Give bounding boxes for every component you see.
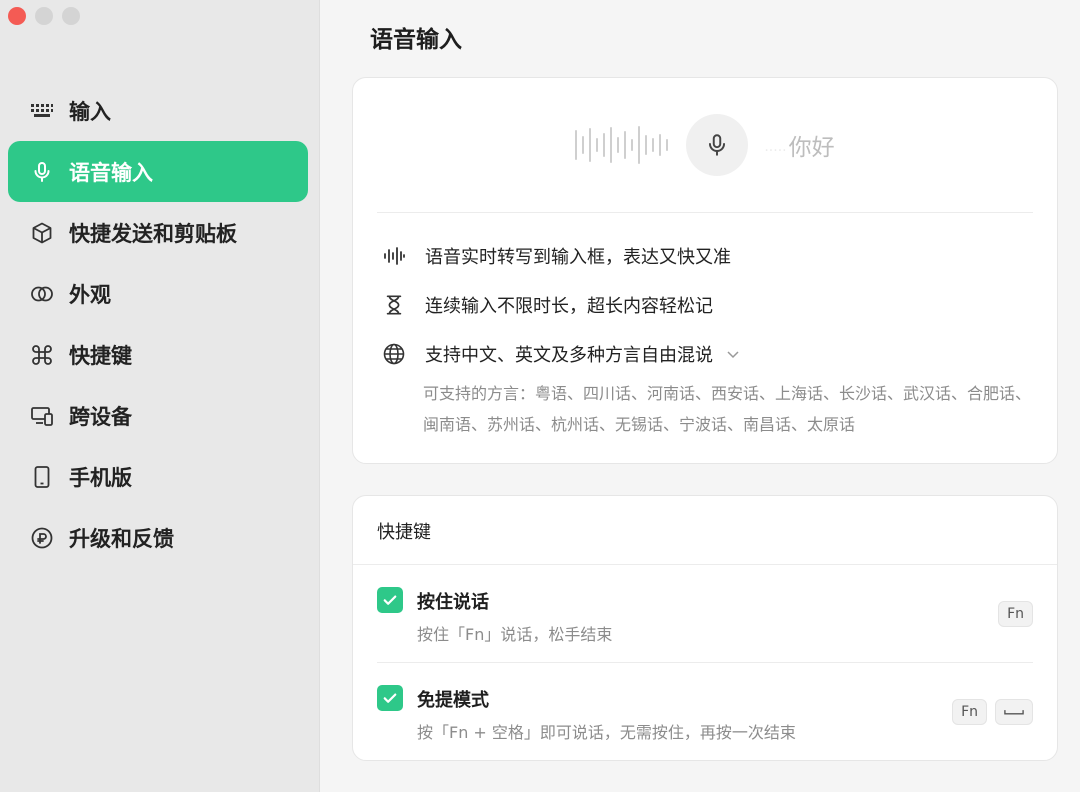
checkmark-icon (383, 595, 397, 605)
push-to-talk-checkbox[interactable] (377, 587, 403, 613)
divider (377, 212, 1033, 213)
shortcut-row-hands-free: 免提模式 按「Fn + 空格」即可说话，无需按住，再按一次结束 Fn (377, 682, 1033, 752)
shortcut-row-push-to-talk: 按住说话 按住「Fn」说话，松手结束 Fn (377, 584, 1033, 654)
hands-free-checkbox[interactable] (377, 685, 403, 711)
microphone-icon (709, 134, 726, 156)
close-window-button[interactable] (8, 7, 26, 25)
waveform-animation (575, 125, 669, 165)
sidebar: 输入 语音输入 快捷发送和剪贴板 外观 快捷键 跨设备 手机版 升级和反馈 (0, 0, 320, 792)
sidebar-item-label: 快捷键 (69, 343, 132, 368)
space-key-badge[interactable] (995, 699, 1033, 725)
feature-dialects[interactable]: 支持中文、英文及多种方言自由混说 (381, 341, 741, 367)
row-desc: 按「Fn + 空格」即可说话，无需按住，再按一次结束 (417, 723, 796, 742)
shortcuts-title: 快捷键 (377, 522, 431, 543)
sidebar-item-label: 快捷发送和剪贴板 (69, 221, 237, 246)
sidebar-item-label: 手机版 (69, 465, 132, 490)
sidebar-item-appearance[interactable]: 外观 (8, 263, 308, 324)
sidebar-item-label: 跨设备 (69, 404, 132, 429)
app-window: 输入 语音输入 快捷发送和剪贴板 外观 快捷键 跨设备 手机版 升级和反馈 语音… (0, 0, 1080, 792)
sidebar-item-input[interactable]: 输入 (8, 80, 308, 141)
fn-key-badge[interactable]: Fn (998, 601, 1033, 627)
sidebar-nav: 输入 语音输入 快捷发送和剪贴板 外观 快捷键 跨设备 手机版 升级和反馈 (8, 80, 308, 568)
space-key-icon (1004, 710, 1024, 715)
sidebar-item-label: 输入 (69, 99, 111, 124)
rings-icon (30, 282, 54, 306)
dialects-list: 可支持的方言：粤语、四川话、河南话、西安话、上海话、长沙话、武汉话、合肥话、闽南… (423, 384, 1032, 434)
divider (377, 662, 1033, 663)
row-desc: 按住「Fn」说话，松手结束 (417, 625, 613, 644)
row-title: 免提模式 (417, 690, 489, 711)
shortcuts-card: 快捷键 按住说话 按住「Fn」说话，松手结束 Fn 免提模式 按「Fn + 空格… (352, 495, 1058, 761)
minimize-window-button[interactable] (35, 7, 53, 25)
sidebar-item-mobile[interactable]: 手机版 (8, 446, 308, 507)
keyboard-icon (30, 99, 54, 123)
waveform-icon (381, 243, 407, 269)
mic-button[interactable] (686, 114, 749, 176)
sidebar-item-quick-send-clipboard[interactable]: 快捷发送和剪贴板 (8, 202, 308, 263)
command-icon (30, 343, 54, 367)
main-content: 语音输入 ·····你好 语音实时转写到输入框，表达又快又准 连续输入不限时长，… (320, 0, 1080, 792)
sidebar-item-upgrade-feedback[interactable]: 升级和反馈 (8, 507, 308, 568)
fn-key-badge[interactable]: Fn (952, 699, 987, 725)
devices-icon (30, 404, 54, 428)
chevron-down-icon[interactable] (725, 346, 741, 362)
update-icon (30, 526, 54, 550)
sidebar-item-cross-device[interactable]: 跨设备 (8, 385, 308, 446)
demo-transcript: ·····你好 (764, 135, 835, 161)
phone-icon (30, 465, 54, 489)
zoom-window-button[interactable] (62, 7, 80, 25)
window-controls (8, 7, 80, 25)
microphone-icon (30, 160, 54, 184)
checkmark-icon (383, 693, 397, 703)
row-title: 按住说话 (417, 592, 489, 613)
voice-demo: ·····你好 (353, 78, 1057, 212)
sidebar-item-label: 外观 (69, 282, 111, 307)
cube-icon (30, 221, 54, 245)
divider (353, 564, 1057, 565)
sidebar-item-label: 升级和反馈 (69, 526, 174, 551)
sidebar-item-label: 语音输入 (69, 160, 153, 185)
sidebar-item-shortcuts[interactable]: 快捷键 (8, 324, 308, 385)
hourglass-icon (381, 292, 407, 318)
feature-realtime: 语音实时转写到输入框，表达又快又准 (381, 243, 731, 269)
page-title: 语音输入 (370, 27, 462, 53)
sidebar-item-voice-input[interactable]: 语音输入 (8, 141, 308, 202)
globe-icon (381, 341, 407, 367)
feature-unlimited: 连续输入不限时长，超长内容轻松记 (381, 292, 713, 318)
voice-input-card: ·····你好 语音实时转写到输入框，表达又快又准 连续输入不限时长，超长内容轻… (352, 77, 1058, 464)
